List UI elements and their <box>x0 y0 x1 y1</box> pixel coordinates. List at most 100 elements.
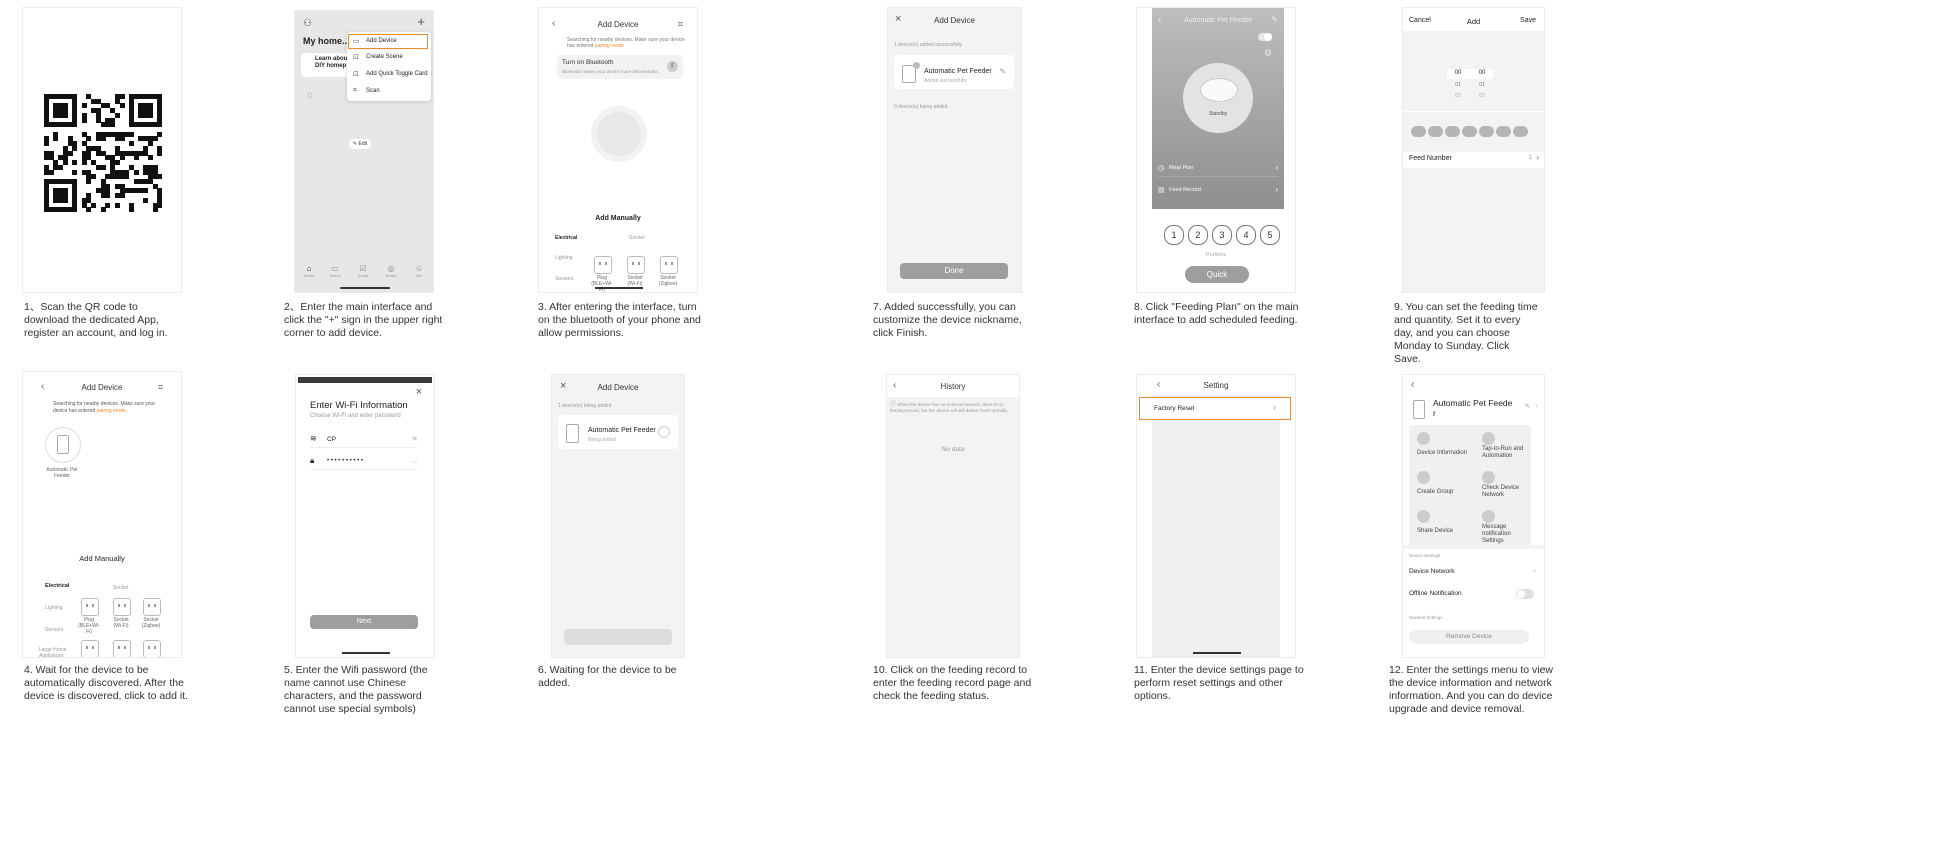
minute-value[interactable]: 00 <box>1471 70 1493 76</box>
ssid-field[interactable]: ≋ CP ⇆ <box>310 433 417 448</box>
portion-3[interactable]: 3 <box>1212 225 1232 245</box>
nav-smart[interactable]: ☑ Smart <box>355 264 371 278</box>
device-network-row[interactable]: Device Network › <box>1403 565 1544 579</box>
next-button[interactable]: Next <box>310 615 418 629</box>
tile-check-network[interactable]: Check Device Network <box>1474 464 1531 508</box>
edit-icon[interactable]: ✎ <box>1525 403 1530 410</box>
meal-plan-label: Meal Plan <box>1169 165 1194 171</box>
home-title[interactable]: My home.. <box>303 36 347 46</box>
device-name[interactable]: Automatic Pet Feeder <box>924 68 992 75</box>
device-card[interactable]: Automatic Pet Feeder Being added <box>558 415 678 449</box>
day-fri[interactable] <box>1479 126 1494 137</box>
tile-message-notification[interactable]: Message notification Settings <box>1474 503 1531 547</box>
socket-wifi-icon[interactable] <box>627 256 645 274</box>
hour-value[interactable]: 00 <box>1447 70 1469 76</box>
gear-icon[interactable]: ⚙ <box>1264 48 1272 59</box>
socket-row2-1-icon[interactable] <box>81 640 99 657</box>
menu-scan[interactable]: ⌗ Scan <box>349 86 429 98</box>
bluetooth-icon[interactable]: ᛒ <box>667 61 678 72</box>
day-tue[interactable] <box>1428 126 1443 137</box>
nav-smart-2[interactable]: ◎ Smart <box>383 264 399 278</box>
close-icon[interactable]: × <box>416 387 422 398</box>
socket-plug-icon[interactable] <box>81 598 99 616</box>
home-indicator <box>342 652 390 654</box>
time-picker[interactable]: 00 01 02 00 01 02 <box>1403 31 1544 111</box>
feed-number-row[interactable]: Feed Number 1 › <box>1403 152 1544 166</box>
day-thu[interactable] <box>1462 126 1477 137</box>
day-sat[interactable] <box>1496 126 1511 137</box>
portion-4[interactable]: 4 <box>1236 225 1256 245</box>
step10-panel: ‹ History ⓘ When the device has no exter… <box>886 374 1020 658</box>
password-field[interactable]: 🔒︎ • • • • • • • • • • ◡ <box>310 455 417 470</box>
quick-button[interactable]: Quick <box>1185 266 1249 283</box>
user-icon[interactable]: ⚇ <box>303 19 312 29</box>
nav-home[interactable]: ⌂ Home <box>301 264 317 278</box>
menu-quick-toggle[interactable]: ⊡ Add Quick Toggle Card <box>349 69 429 81</box>
cat-electrical[interactable]: Electrical <box>555 235 577 241</box>
meal-plan-row[interactable]: ◷ Meal Plan › <box>1158 162 1278 177</box>
save-button[interactable]: Save <box>1520 17 1536 24</box>
tile-create-group[interactable]: Create Group <box>1409 464 1479 508</box>
day-sun[interactable] <box>1513 126 1528 137</box>
qr-module <box>128 131 134 137</box>
nav-scene[interactable]: ▭ Scene <box>327 264 343 278</box>
portion-1[interactable]: 1 <box>1164 225 1184 245</box>
device-card[interactable]: Automatic Pet Feeder Added successfully … <box>894 55 1014 89</box>
qr-module <box>157 122 163 128</box>
add-menu: ▭ Add Device ⊡ Create Scene ⊡ Add Quick … <box>347 32 431 101</box>
tile-share-device[interactable]: Share Device <box>1409 503 1479 547</box>
history-body <box>887 397 1019 657</box>
tile-tap-to-run[interactable]: Tap-to-Run and Automation <box>1474 425 1531 469</box>
hour-next[interactable]: 01 <box>1447 82 1469 88</box>
socket-row2-3-icon[interactable] <box>143 640 161 657</box>
qr-module <box>143 197 149 203</box>
scan-icon[interactable]: ⌗ <box>158 382 163 392</box>
scan-icon[interactable]: ⌗ <box>678 19 683 29</box>
step5-caption: 5. Enter the Wifi password (the name can… <box>284 664 428 715</box>
eye-icon[interactable]: ◡ <box>412 457 417 464</box>
cat-electrical[interactable]: Electrical <box>45 583 69 589</box>
day-wed[interactable] <box>1445 126 1460 137</box>
qr-module <box>157 131 163 137</box>
feed-record-row[interactable]: ▤ Feed Record › <box>1158 184 1278 198</box>
back-icon[interactable]: ‹ <box>1411 380 1414 390</box>
offline-notification-row[interactable]: Offline Notification <box>1403 587 1544 601</box>
bluetooth-card[interactable]: Turn on Bluetooth Bluetooth makes your d… <box>557 55 683 79</box>
portion-2[interactable]: 2 <box>1188 225 1208 245</box>
wifi-title: Enter Wi-Fi Information <box>310 400 408 411</box>
nav-me[interactable]: ☺ Me <box>411 264 427 278</box>
cat-sensors[interactable]: Sensors <box>45 627 63 633</box>
edit-icon[interactable]: ✎ <box>1271 15 1278 24</box>
minute-next[interactable]: 01 <box>1471 82 1493 88</box>
done-button[interactable]: Done <box>900 263 1008 279</box>
toggle-switch[interactable] <box>1258 33 1272 41</box>
day-mon[interactable] <box>1411 126 1426 137</box>
cat-lighting[interactable]: Lighting <box>45 605 63 611</box>
add-manually-title: Add Manually <box>79 554 125 563</box>
switch-network-icon[interactable]: ⇆ <box>412 435 417 442</box>
edit-icon[interactable]: ✎ <box>999 67 1006 76</box>
socket-zigbee-label: Socket (Zigbee) <box>658 275 678 287</box>
step1-panel <box>22 7 182 293</box>
step7-panel: × Add Device 1 device(s) added successfu… <box>887 7 1022 293</box>
socket-zigbee-icon[interactable] <box>143 598 161 616</box>
socket-zigbee-icon[interactable] <box>660 256 678 274</box>
tile-device-information[interactable]: Device Information <box>1409 425 1479 469</box>
plus-icon[interactable]: + <box>417 15 425 28</box>
cat-lighting[interactable]: Lighting <box>555 255 573 261</box>
hour-next-2[interactable]: 02 <box>1447 93 1469 99</box>
cat-sensors[interactable]: Sensors <box>555 276 573 282</box>
offline-toggle[interactable] <box>1516 589 1534 599</box>
remove-device-button[interactable]: Remove Device <box>1409 630 1529 644</box>
menu-add-device[interactable]: ▭ Add Device <box>348 34 428 49</box>
socket-row2-2-icon[interactable] <box>113 640 131 657</box>
cat-large-appliances[interactable]: Large Home Appliances <box>39 647 69 657</box>
factory-reset-row[interactable]: Factory Reset › <box>1139 397 1291 420</box>
minute-next-2[interactable]: 02 <box>1471 93 1493 99</box>
socket-wifi-icon[interactable] <box>113 598 131 616</box>
socket-plug-icon[interactable] <box>594 256 612 274</box>
portion-5[interactable]: 5 <box>1260 225 1280 245</box>
discovered-device[interactable]: Automatic Pet Feeder <box>45 427 81 479</box>
edit-button[interactable]: ✎ Edit <box>349 139 371 149</box>
menu-create-scene[interactable]: ⊡ Create Scene <box>349 52 429 64</box>
